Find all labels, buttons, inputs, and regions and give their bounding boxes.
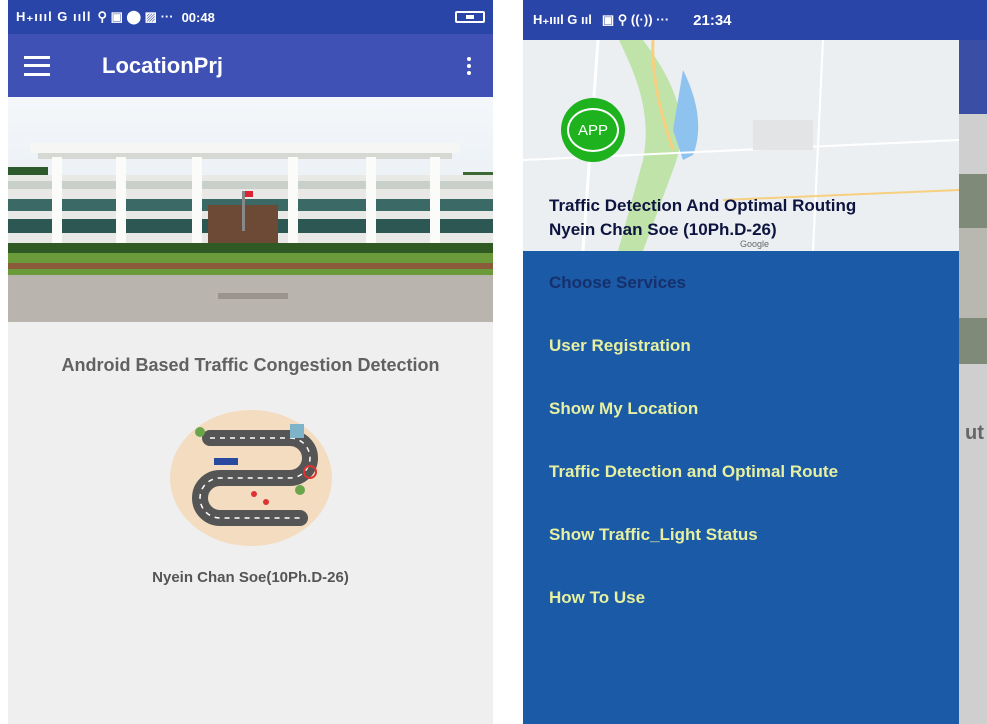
status-time: 21:34 (693, 11, 732, 29)
author-name: Nyein Chan Soe(10Ph.D-26) (152, 569, 349, 586)
status-time: 00:48 (181, 9, 215, 25)
status-bar: H₊ıııl G ııll ⚲ ▣ ⬤ ▨ ··· 00:48 (8, 0, 493, 34)
map-credit: Google (740, 239, 770, 249)
background-peek-text: ut (965, 422, 984, 444)
drawer-subtitle: Nyein Chan Soe (10Ph.D-26) (549, 220, 777, 239)
app-badge-label: APP (567, 108, 619, 152)
road-map-logo (170, 410, 332, 546)
app-title: LocationPrj (102, 52, 224, 78)
home-content: Android Based Traffic Congestion Detecti… (8, 322, 493, 724)
menu-item-traffic-light-status[interactable]: Show Traffic_Light Status (523, 503, 959, 566)
battery-icon (455, 11, 485, 23)
background-app-content: ut (959, 40, 987, 724)
notification-icons: ⚲ ▣ ⬤ ▨ ··· (97, 9, 174, 24)
building-photo (8, 97, 493, 322)
drawer-header: APP Traffic Detection And Optimal Routin… (523, 40, 959, 251)
menu-icon[interactable] (24, 55, 50, 76)
overflow-menu-icon[interactable] (461, 53, 477, 79)
menu-section-choose-services: Choose Services (549, 273, 687, 292)
status-bar: H₊ıııl G ııl ▣ ⚲ ((·)) ··· 21:34 (523, 0, 987, 40)
page-headline: Android Based Traffic Congestion Detecti… (61, 355, 440, 375)
drawer-menu: Choose Services User Registration Show M… (523, 251, 959, 629)
navigation-drawer: APP Traffic Detection And Optimal Routin… (523, 40, 959, 724)
right-phone-screen: H₊ıııl G ııl ▣ ⚲ ((·)) ··· 21:34 ut APP (523, 0, 987, 724)
menu-item-show-my-location[interactable]: Show My Location (523, 377, 959, 440)
menu-item-user-registration[interactable]: User Registration (523, 314, 959, 377)
menu-item-traffic-detection[interactable]: Traffic Detection and Optimal Route (523, 440, 959, 503)
menu-item-how-to-use[interactable]: How To Use (523, 566, 959, 629)
signal-icons: H₊ıııl G ııll (16, 9, 92, 24)
app-badge: APP (561, 98, 625, 162)
drawer-title: Traffic Detection And Optimal Routing (549, 196, 857, 215)
notification-icons: ▣ ⚲ ((·)) ··· (601, 12, 670, 27)
signal-icons: H₊ıııl G ııl (533, 12, 592, 27)
app-bar: LocationPrj (8, 34, 493, 97)
left-phone-screen: H₊ıııl G ııll ⚲ ▣ ⬤ ▨ ··· 00:48 Location… (8, 0, 493, 724)
